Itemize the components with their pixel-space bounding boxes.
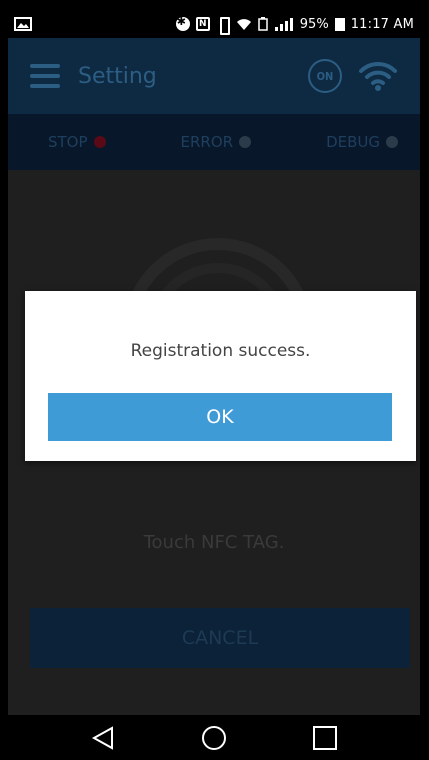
battery-icon <box>334 17 345 31</box>
nfc-hint: Touch NFC TAG. <box>143 532 285 553</box>
debug-dot <box>386 136 398 148</box>
app-bar: Setting ON <box>8 38 420 114</box>
vibrate-icon <box>216 17 230 35</box>
battery-saver-icon <box>258 17 268 31</box>
power-on-toggle[interactable]: ON <box>308 59 342 93</box>
indicator-stop: STOP <box>48 133 106 151</box>
page-title: Setting <box>78 63 157 89</box>
recents-button[interactable] <box>305 718 345 758</box>
stop-dot <box>93 136 106 148</box>
wifi-status-icon <box>236 17 252 31</box>
indicator-label: ERROR <box>180 133 234 151</box>
success-dialog: Registration success. OK <box>25 291 416 461</box>
indicator-label: STOP <box>48 133 88 151</box>
home-icon <box>201 725 226 750</box>
indicator-error: ERROR <box>181 133 252 151</box>
clock: 11:17 AM <box>350 16 414 32</box>
recents-icon <box>312 725 337 750</box>
status-bar: N 95% 11:17 AM <box>8 10 420 38</box>
dialog-message: Registration success. <box>130 341 311 361</box>
back-icon <box>92 725 114 750</box>
error-dot <box>239 136 252 148</box>
menu-icon[interactable] <box>30 64 60 88</box>
back-button[interactable] <box>83 718 123 758</box>
indicator-debug: DEBUG <box>326 133 398 151</box>
ok-button[interactable]: OK <box>48 393 392 441</box>
signal-icon <box>274 17 294 31</box>
status-indicator-bar: STOP ERROR DEBUG <box>8 114 420 170</box>
indicator-label: DEBUG <box>326 133 380 151</box>
phone-screen: N 95% 11:17 AM Setting ON <box>8 10 420 760</box>
bluetooth-icon <box>175 15 190 31</box>
status-icons: N 95% 11:17 AM <box>175 15 414 35</box>
battery-percent: 95% <box>299 16 329 32</box>
wifi-icon[interactable] <box>358 60 398 92</box>
gallery-notification-icon <box>14 16 36 32</box>
home-button[interactable] <box>194 718 234 758</box>
cancel-button[interactable]: CANCEL <box>30 608 410 668</box>
navigation-bar <box>8 715 420 760</box>
nfc-icon: N <box>195 17 210 31</box>
